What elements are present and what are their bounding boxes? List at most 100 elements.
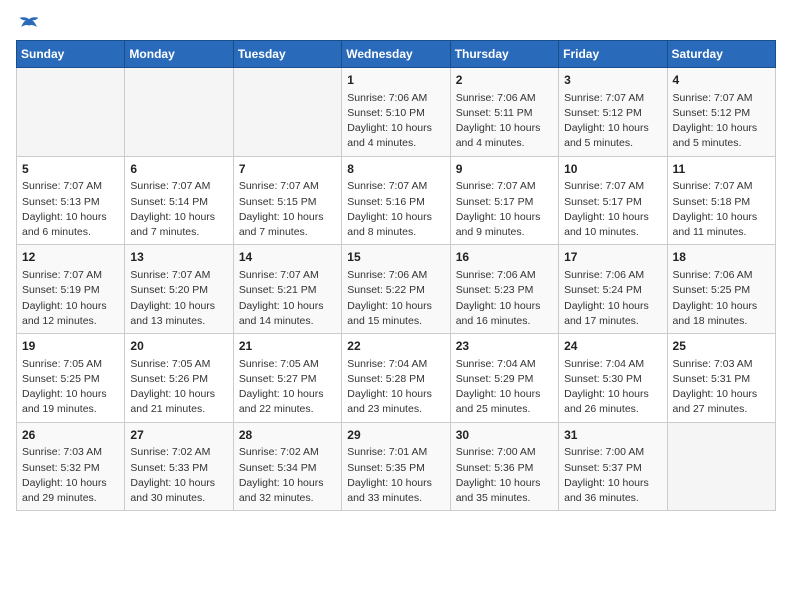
calendar-week-row: 19 Sunrise: 7:05 AM Sunset: 5:25 PM Dayli… (17, 334, 776, 423)
day-info: Sunrise: 7:03 AM Sunset: 5:32 PM Dayligh… (22, 445, 119, 506)
day-number: 17 (564, 249, 661, 266)
calendar-cell: 8Sunrise: 7:07 AM Sunset: 5:16 PM Daylig… (342, 156, 450, 245)
day-number: 19 (22, 338, 119, 355)
day-info: Sunrise: 7:04 AM Sunset: 5:30 PM Dayligh… (564, 357, 661, 418)
calendar-cell: 20 Sunrise: 7:05 AM Sunset: 5:26 PM Dayli… (125, 334, 233, 423)
calendar-table: SundayMondayTuesdayWednesdayThursdayFrid… (16, 40, 776, 511)
day-info: Sunrise: 7:00 AM Sunset: 5:37 PM Dayligh… (564, 445, 661, 506)
weekday-header: Thursday (450, 41, 558, 68)
day-number: 13 (130, 249, 227, 266)
calendar-cell: 11Sunrise: 7:07 AM Sunset: 5:18 PM Dayli… (667, 156, 775, 245)
weekday-header: Sunday (17, 41, 125, 68)
day-number: 11 (673, 161, 770, 178)
calendar-cell: 17Sunrise: 7:06 AM Sunset: 5:24 PM Dayli… (559, 245, 667, 334)
page-header (16, 16, 776, 32)
calendar-week-row: 5Sunrise: 7:07 AM Sunset: 5:13 PM Daylig… (17, 156, 776, 245)
day-number: 15 (347, 249, 444, 266)
weekday-header: Friday (559, 41, 667, 68)
calendar-cell: 9Sunrise: 7:07 AM Sunset: 5:17 PM Daylig… (450, 156, 558, 245)
calendar-cell: 2 Sunrise: 7:06 AM Sunset: 5:11 PM Daylig… (450, 68, 558, 157)
day-info: Sunrise: 7:05 AM Sunset: 5:26 PM Dayligh… (130, 357, 227, 418)
day-number: 10 (564, 161, 661, 178)
day-info: Sunrise: 7:03 AM Sunset: 5:31 PM Dayligh… (673, 357, 770, 418)
day-info: Sunrise: 7:07 AM Sunset: 5:12 PM Dayligh… (673, 91, 770, 152)
day-info: Sunrise: 7:02 AM Sunset: 5:34 PM Dayligh… (239, 445, 336, 506)
calendar-cell: 31Sunrise: 7:00 AM Sunset: 5:37 PM Dayli… (559, 422, 667, 511)
day-number: 27 (130, 427, 227, 444)
day-number: 8 (347, 161, 444, 178)
day-info: Sunrise: 7:07 AM Sunset: 5:15 PM Dayligh… (239, 179, 336, 240)
calendar-cell: 10Sunrise: 7:07 AM Sunset: 5:17 PM Dayli… (559, 156, 667, 245)
calendar-cell: 29Sunrise: 7:01 AM Sunset: 5:35 PM Dayli… (342, 422, 450, 511)
day-number: 22 (347, 338, 444, 355)
day-info: Sunrise: 7:04 AM Sunset: 5:28 PM Dayligh… (347, 357, 444, 418)
calendar-cell: 7Sunrise: 7:07 AM Sunset: 5:15 PM Daylig… (233, 156, 341, 245)
day-number: 12 (22, 249, 119, 266)
day-info: Sunrise: 7:01 AM Sunset: 5:35 PM Dayligh… (347, 445, 444, 506)
weekday-header: Wednesday (342, 41, 450, 68)
day-number: 20 (130, 338, 227, 355)
day-number: 23 (456, 338, 553, 355)
day-info: Sunrise: 7:05 AM Sunset: 5:27 PM Dayligh… (239, 357, 336, 418)
calendar-cell (667, 422, 775, 511)
day-number: 28 (239, 427, 336, 444)
calendar-cell: 6Sunrise: 7:07 AM Sunset: 5:14 PM Daylig… (125, 156, 233, 245)
day-info: Sunrise: 7:07 AM Sunset: 5:18 PM Dayligh… (673, 179, 770, 240)
day-info: Sunrise: 7:07 AM Sunset: 5:20 PM Dayligh… (130, 268, 227, 329)
calendar-cell: 3Sunrise: 7:07 AM Sunset: 5:12 PM Daylig… (559, 68, 667, 157)
day-number: 5 (22, 161, 119, 178)
day-number: 2 (456, 72, 553, 89)
day-info: Sunrise: 7:05 AM Sunset: 5:25 PM Dayligh… (22, 357, 119, 418)
day-info: Sunrise: 7:07 AM Sunset: 5:17 PM Dayligh… (456, 179, 553, 240)
day-info: Sunrise: 7:04 AM Sunset: 5:29 PM Dayligh… (456, 357, 553, 418)
logo-bird-icon (18, 16, 40, 32)
weekday-header: Monday (125, 41, 233, 68)
calendar-cell: 30Sunrise: 7:00 AM Sunset: 5:36 PM Dayli… (450, 422, 558, 511)
calendar-cell: 18 Sunrise: 7:06 AM Sunset: 5:25 PM Dayli… (667, 245, 775, 334)
day-info: Sunrise: 7:07 AM Sunset: 5:16 PM Dayligh… (347, 179, 444, 240)
calendar-cell: 22 Sunrise: 7:04 AM Sunset: 5:28 PM Dayli… (342, 334, 450, 423)
day-info: Sunrise: 7:00 AM Sunset: 5:36 PM Dayligh… (456, 445, 553, 506)
calendar-cell: 1Sunrise: 7:06 AM Sunset: 5:10 PM Daylig… (342, 68, 450, 157)
calendar-cell (233, 68, 341, 157)
calendar-cell: 24 Sunrise: 7:04 AM Sunset: 5:30 PM Dayli… (559, 334, 667, 423)
day-info: Sunrise: 7:07 AM Sunset: 5:19 PM Dayligh… (22, 268, 119, 329)
day-info: Sunrise: 7:06 AM Sunset: 5:25 PM Dayligh… (673, 268, 770, 329)
calendar-cell (125, 68, 233, 157)
weekday-header-row: SundayMondayTuesdayWednesdayThursdayFrid… (17, 41, 776, 68)
day-number: 14 (239, 249, 336, 266)
day-number: 6 (130, 161, 227, 178)
calendar-cell: 28Sunrise: 7:02 AM Sunset: 5:34 PM Dayli… (233, 422, 341, 511)
calendar-week-row: 12 Sunrise: 7:07 AM Sunset: 5:19 PM Dayli… (17, 245, 776, 334)
calendar-cell: 19 Sunrise: 7:05 AM Sunset: 5:25 PM Dayli… (17, 334, 125, 423)
day-number: 16 (456, 249, 553, 266)
calendar-cell: 12 Sunrise: 7:07 AM Sunset: 5:19 PM Dayli… (17, 245, 125, 334)
calendar-cell: 26Sunrise: 7:03 AM Sunset: 5:32 PM Dayli… (17, 422, 125, 511)
logo (16, 16, 40, 32)
day-info: Sunrise: 7:07 AM Sunset: 5:21 PM Dayligh… (239, 268, 336, 329)
day-number: 21 (239, 338, 336, 355)
calendar-cell: 13 Sunrise: 7:07 AM Sunset: 5:20 PM Dayli… (125, 245, 233, 334)
calendar-cell: 23 Sunrise: 7:04 AM Sunset: 5:29 PM Dayli… (450, 334, 558, 423)
day-info: Sunrise: 7:07 AM Sunset: 5:14 PM Dayligh… (130, 179, 227, 240)
day-info: Sunrise: 7:06 AM Sunset: 5:11 PM Dayligh… (456, 91, 553, 152)
calendar-cell: 25 Sunrise: 7:03 AM Sunset: 5:31 PM Dayli… (667, 334, 775, 423)
day-number: 26 (22, 427, 119, 444)
day-number: 1 (347, 72, 444, 89)
calendar-cell: 15 Sunrise: 7:06 AM Sunset: 5:22 PM Dayli… (342, 245, 450, 334)
day-number: 18 (673, 249, 770, 266)
day-info: Sunrise: 7:07 AM Sunset: 5:17 PM Dayligh… (564, 179, 661, 240)
day-info: Sunrise: 7:07 AM Sunset: 5:13 PM Dayligh… (22, 179, 119, 240)
weekday-header: Saturday (667, 41, 775, 68)
calendar-cell: 4 Sunrise: 7:07 AM Sunset: 5:12 PM Daylig… (667, 68, 775, 157)
day-number: 24 (564, 338, 661, 355)
calendar-week-row: 26Sunrise: 7:03 AM Sunset: 5:32 PM Dayli… (17, 422, 776, 511)
day-info: Sunrise: 7:06 AM Sunset: 5:22 PM Dayligh… (347, 268, 444, 329)
day-info: Sunrise: 7:07 AM Sunset: 5:12 PM Dayligh… (564, 91, 661, 152)
day-number: 31 (564, 427, 661, 444)
calendar-cell: 27Sunrise: 7:02 AM Sunset: 5:33 PM Dayli… (125, 422, 233, 511)
day-number: 25 (673, 338, 770, 355)
day-number: 4 (673, 72, 770, 89)
day-number: 29 (347, 427, 444, 444)
day-info: Sunrise: 7:02 AM Sunset: 5:33 PM Dayligh… (130, 445, 227, 506)
